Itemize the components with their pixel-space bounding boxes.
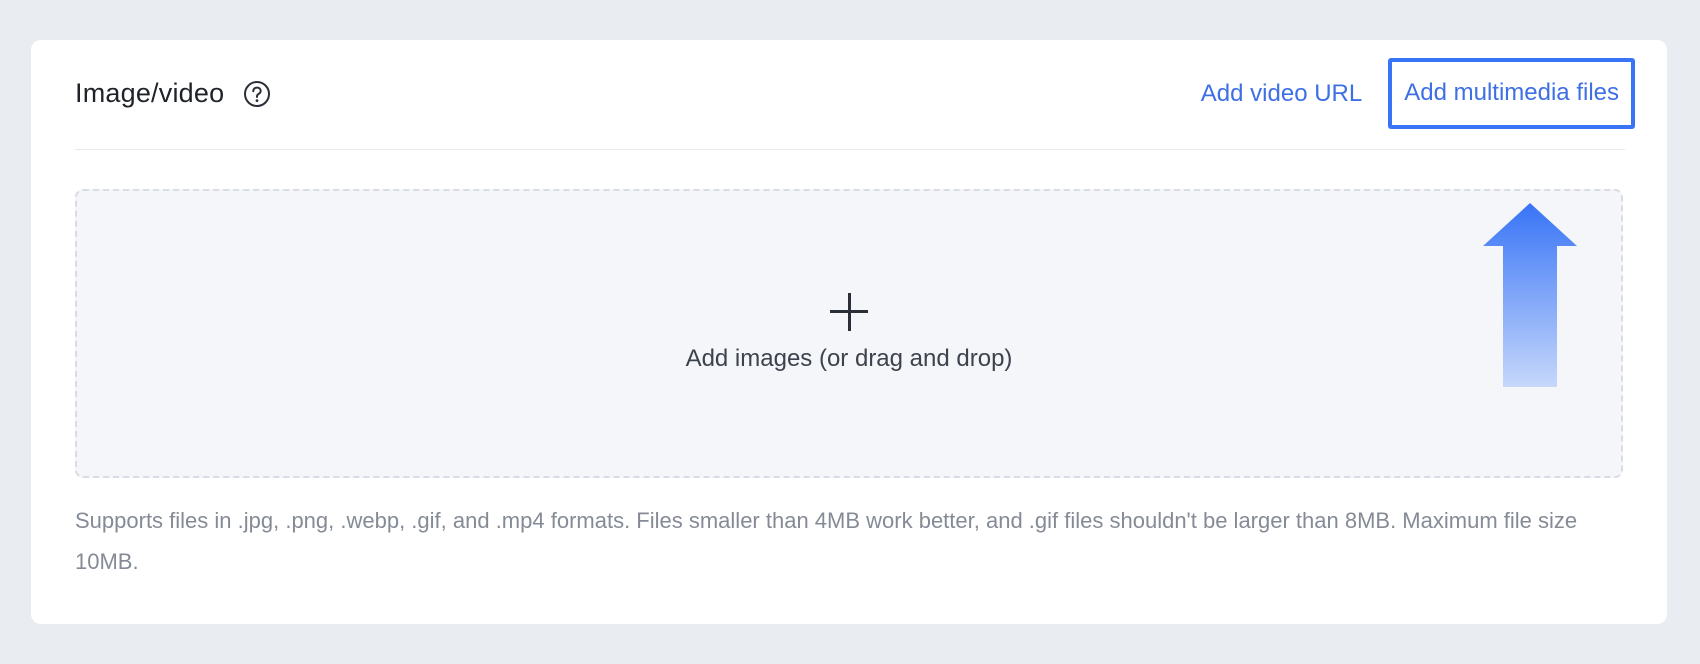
highlight-box: Add multimedia files bbox=[1388, 58, 1635, 129]
up-arrow-icon bbox=[1483, 203, 1577, 387]
add-multimedia-files-link[interactable]: Add multimedia files bbox=[1404, 79, 1619, 106]
dropzone-content: Add images (or drag and drop) bbox=[77, 291, 1621, 373]
supported-formats-text: Supports files in .jpg, .png, .webp, .gi… bbox=[75, 508, 1578, 574]
dropzone-label: Add images (or drag and drop) bbox=[685, 345, 1013, 372]
plus-icon bbox=[828, 291, 870, 333]
add-video-url-link[interactable]: Add video URL bbox=[1201, 80, 1362, 108]
media-upload-card: Image/video Add video URL Add multimedia… bbox=[31, 40, 1667, 624]
header-actions: Add video URL Add multimedia files bbox=[1201, 58, 1635, 129]
section-title: Image/video bbox=[75, 78, 225, 108]
question-circle-icon[interactable] bbox=[242, 79, 272, 109]
upload-dropzone[interactable]: Add images (or drag and drop) bbox=[75, 189, 1623, 478]
card-header: Image/video Add video URL Add multimedia… bbox=[75, 40, 1635, 150]
title-group: Image/video bbox=[75, 78, 272, 109]
